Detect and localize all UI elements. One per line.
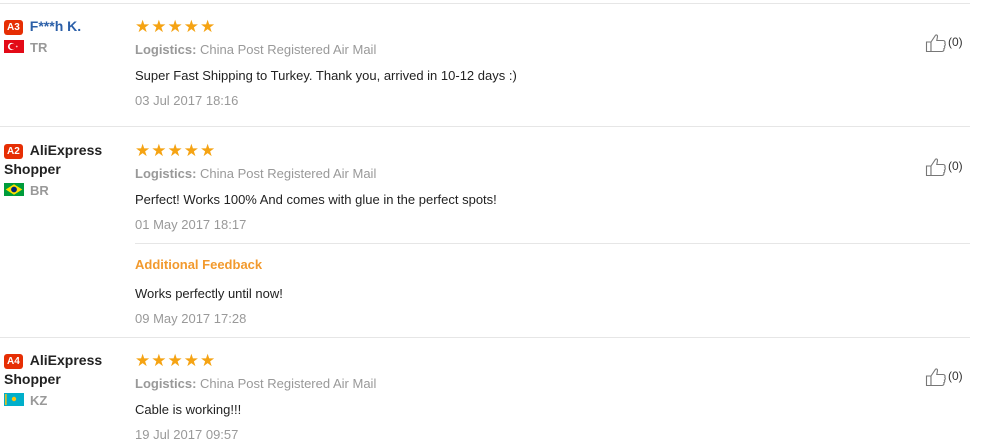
helpful-count: (0) (948, 159, 963, 174)
review-divider (0, 126, 970, 127)
top-divider (0, 3, 970, 4)
review-text: Perfect! Works 100% And comes with glue … (135, 192, 497, 207)
review-body: ★★★★★ Logistics: China Post Registered A… (135, 351, 970, 443)
reviewer-country: TR (4, 40, 124, 55)
buyer-level-badge: A3 (4, 20, 23, 35)
review-divider (0, 337, 970, 338)
helpful-count: (0) (948, 35, 963, 50)
star-rating: ★★★★★ (135, 351, 217, 370)
buyer-level-badge: A2 (4, 144, 23, 159)
review-text: Cable is working!!! (135, 402, 242, 417)
helpful-count: (0) (948, 369, 963, 384)
additional-feedback-text: Works perfectly until now! (135, 286, 283, 301)
review-date: 03 Jul 2017 18:16 (135, 93, 239, 108)
logistics-label: Logistics: (135, 166, 197, 181)
reviewer-info: A4 AliExpress Shopper KZ (4, 351, 124, 408)
helpful-button[interactable]: (0) (925, 157, 963, 177)
review-body: ★★★★★ Logistics: China Post Registered A… (135, 17, 970, 109)
logistics-value: China Post Registered Air Mail (200, 376, 377, 391)
logistics-value: China Post Registered Air Mail (200, 166, 377, 181)
logistics-line: Logistics: China Post Registered Air Mai… (135, 376, 970, 392)
additional-feedback-divider (135, 243, 970, 244)
reviewer-name[interactable]: F***h K. (30, 18, 81, 34)
thumbs-up-icon[interactable] (925, 367, 947, 387)
reviewer-info: A3 F***h K. TR (4, 17, 124, 55)
additional-feedback-date: 09 May 2017 17:28 (135, 311, 247, 326)
country-code: KZ (30, 393, 48, 408)
thumbs-up-icon[interactable] (925, 33, 947, 53)
country-code: TR (30, 40, 48, 55)
reviewer-country: KZ (4, 393, 124, 408)
review-date: 19 Jul 2017 09:57 (135, 427, 239, 442)
logistics-label: Logistics: (135, 42, 197, 57)
buyer-level-badge: A4 (4, 354, 23, 369)
flag-turkey-icon (4, 40, 24, 53)
review-date: 01 May 2017 18:17 (135, 217, 247, 232)
country-code: BR (30, 183, 49, 198)
logistics-line: Logistics: China Post Registered Air Mai… (135, 42, 970, 58)
helpful-button[interactable]: (0) (925, 33, 963, 53)
logistics-value: China Post Registered Air Mail (200, 42, 377, 57)
reviewer-info: A2 AliExpress Shopper BR (4, 141, 124, 198)
logistics-label: Logistics: (135, 376, 197, 391)
review-body: ★★★★★ Logistics: China Post Registered A… (135, 141, 970, 327)
thumbs-up-icon[interactable] (925, 157, 947, 177)
logistics-line: Logistics: China Post Registered Air Mai… (135, 166, 970, 182)
reviewer-country: BR (4, 183, 124, 198)
flag-kazakhstan-icon (4, 393, 24, 406)
star-rating: ★★★★★ (135, 17, 217, 36)
flag-brazil-icon (4, 183, 24, 196)
additional-feedback-label: Additional Feedback (135, 257, 263, 272)
star-rating: ★★★★★ (135, 141, 217, 160)
helpful-button[interactable]: (0) (925, 367, 963, 387)
review-text: Super Fast Shipping to Turkey. Thank you… (135, 68, 517, 83)
